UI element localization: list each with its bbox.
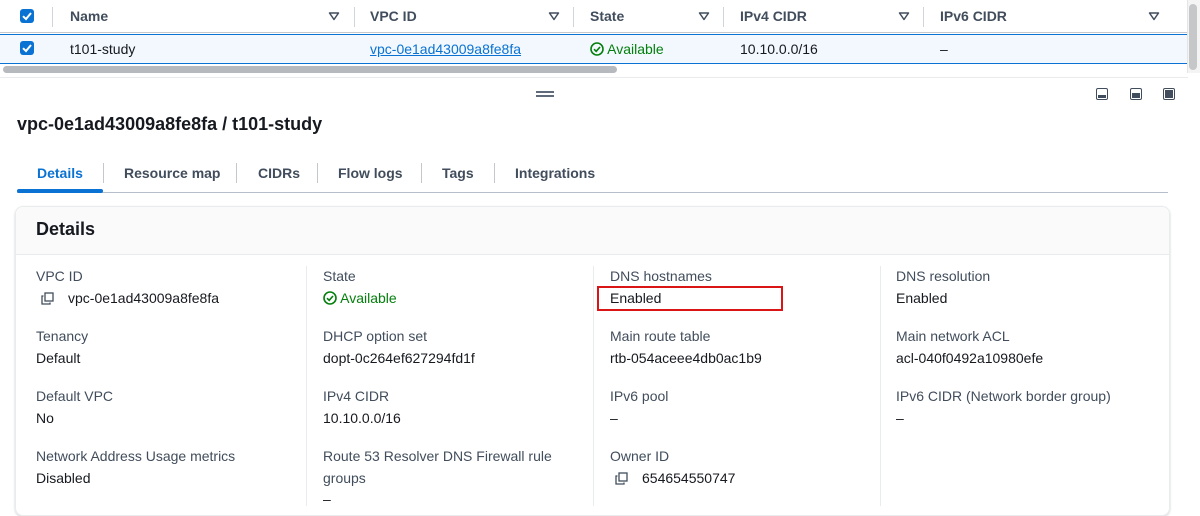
main-network-acl-label: Main network ACL bbox=[896, 328, 1010, 344]
column-divider bbox=[593, 266, 594, 506]
state-value-text: Available bbox=[340, 290, 397, 306]
nau-metrics-label: Network Address Usage metrics bbox=[36, 448, 236, 464]
tab-list: Details Resource map CIDRs Flow logs Tag… bbox=[17, 157, 1168, 193]
row-vpc-id-link[interactable]: vpc-0e1ad43009a8fe8fa bbox=[370, 35, 521, 63]
resolver-firewall-label-line2: groups bbox=[323, 470, 366, 486]
row-ipv4-cidr: 10.10.0.0/16 bbox=[740, 41, 818, 57]
row-name: t101-study bbox=[70, 41, 136, 57]
main-route-table-label: Main route table bbox=[610, 328, 711, 344]
ipv6-cidr-label: IPv6 CIDR (Network border group) bbox=[896, 388, 1111, 404]
column-header-vpc-id[interactable]: VPC ID bbox=[370, 0, 417, 33]
details-container-header bbox=[16, 207, 1169, 255]
state-label: State bbox=[323, 268, 356, 284]
owner-id-value: 654654550747 bbox=[642, 470, 736, 486]
tab-flow-logs[interactable]: Flow logs bbox=[338, 157, 403, 190]
sort-caret-icon[interactable] bbox=[698, 10, 710, 22]
row-state-label: Available bbox=[607, 41, 664, 57]
status-available-icon bbox=[323, 291, 337, 305]
column-separator bbox=[52, 7, 53, 27]
resolver-firewall-label-line1: Route 53 Resolver DNS Firewall rule bbox=[323, 448, 552, 464]
table-header: Name VPC ID State IPv4 CIDR IPv6 CIDR bbox=[0, 0, 1188, 33]
checkbox-checked-icon bbox=[22, 44, 32, 53]
select-all-checkbox[interactable] bbox=[20, 9, 34, 23]
column-separator bbox=[723, 7, 724, 27]
page-title: vpc-0e1ad43009a8fe8fa / t101-study bbox=[17, 114, 323, 134]
nau-metrics-value: Disabled bbox=[36, 470, 91, 486]
state-value: Available bbox=[323, 287, 397, 309]
status-available-icon bbox=[590, 42, 604, 56]
split-divider bbox=[0, 77, 1188, 78]
table-row[interactable]: t101-study vpc-0e1ad43009a8fe8fa Availab… bbox=[0, 34, 1188, 64]
vpc-id-label: VPC ID bbox=[36, 268, 83, 284]
column-separator bbox=[354, 7, 355, 27]
pane-layout-icon[interactable] bbox=[1096, 88, 1108, 100]
sort-caret-icon[interactable] bbox=[328, 10, 340, 22]
owner-id-label: Owner ID bbox=[610, 448, 670, 464]
sort-caret-icon[interactable] bbox=[548, 10, 560, 22]
tab-integrations[interactable]: Integrations bbox=[515, 157, 595, 190]
column-separator bbox=[573, 7, 574, 27]
dns-resolution-value: Enabled bbox=[896, 290, 948, 306]
tenancy-value: Default bbox=[36, 350, 81, 366]
column-separator bbox=[923, 7, 924, 27]
row-checkbox[interactable] bbox=[20, 41, 34, 55]
vpc-id-value: vpc-0e1ad43009a8fe8fa bbox=[68, 290, 220, 306]
row-ipv6-cidr: – bbox=[940, 41, 948, 57]
column-divider bbox=[306, 266, 307, 506]
tab-tags[interactable]: Tags bbox=[442, 157, 474, 190]
dns-hostnames-value: Enabled bbox=[610, 290, 662, 306]
checkbox-checked-icon bbox=[22, 12, 32, 21]
copy-icon[interactable] bbox=[615, 472, 628, 485]
tab-separator bbox=[494, 163, 495, 183]
column-header-name[interactable]: Name bbox=[70, 0, 108, 33]
column-divider bbox=[880, 266, 881, 506]
horizontal-scrollbar[interactable] bbox=[3, 66, 617, 73]
tab-details[interactable]: Details bbox=[37, 157, 83, 190]
column-header-state[interactable]: State bbox=[590, 0, 624, 33]
column-header-ipv4-cidr[interactable]: IPv4 CIDR bbox=[740, 0, 807, 33]
default-vpc-value: No bbox=[36, 410, 54, 426]
tenancy-label: Tenancy bbox=[36, 328, 89, 344]
dns-resolution-label: DNS resolution bbox=[896, 268, 991, 284]
ipv6-cidr-value: – bbox=[896, 410, 904, 426]
vertical-scrollbar-thumb[interactable] bbox=[1189, 4, 1197, 70]
copy-icon[interactable] bbox=[41, 292, 54, 305]
tab-separator bbox=[421, 163, 422, 183]
dhcp-option-set-label: DHCP option set bbox=[323, 328, 428, 344]
tab-cidrs[interactable]: CIDRs bbox=[258, 157, 300, 190]
resolver-firewall-value: – bbox=[323, 491, 331, 507]
ipv4-cidr-label: IPv4 CIDR bbox=[323, 388, 390, 404]
drag-handle-icon[interactable] bbox=[536, 91, 554, 97]
ipv6-pool-label: IPv6 pool bbox=[610, 388, 669, 404]
ipv4-cidr-value: 10.10.0.0/16 bbox=[323, 410, 401, 426]
sort-caret-icon[interactable] bbox=[898, 10, 910, 22]
row-state: Available bbox=[590, 35, 664, 63]
ipv6-pool-value: – bbox=[610, 410, 618, 426]
pane-layout-icon[interactable] bbox=[1163, 88, 1175, 100]
dhcp-option-set-link[interactable]: dopt-0c264ef627294fd1f bbox=[323, 347, 475, 369]
tab-resource-map[interactable]: Resource map bbox=[124, 157, 220, 190]
main-route-table-link[interactable]: rtb-054aceee4db0ac1b9 bbox=[610, 347, 762, 369]
pane-layout-icon[interactable] bbox=[1130, 88, 1142, 100]
main-network-acl-link[interactable]: acl-040f0492a10980efe bbox=[896, 347, 1043, 369]
tab-separator bbox=[236, 163, 237, 183]
details-heading: Details bbox=[36, 219, 96, 239]
tab-separator bbox=[317, 163, 318, 183]
tab-separator bbox=[103, 163, 104, 183]
sort-caret-icon[interactable] bbox=[1148, 10, 1160, 22]
column-header-ipv6-cidr[interactable]: IPv6 CIDR bbox=[940, 0, 1007, 33]
dns-hostnames-label: DNS hostnames bbox=[610, 268, 712, 284]
default-vpc-label: Default VPC bbox=[36, 388, 114, 404]
active-tab-indicator bbox=[17, 189, 103, 193]
